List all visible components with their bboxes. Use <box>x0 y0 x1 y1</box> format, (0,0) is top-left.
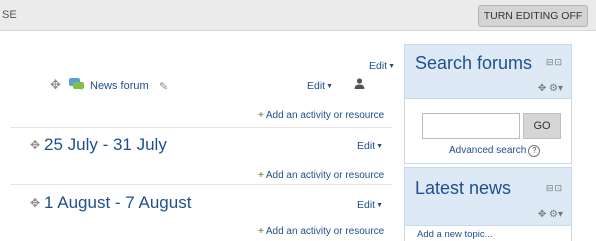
section-edit-menu[interactable]: Edit▼ <box>369 60 395 72</box>
caret-down-icon: ▼ <box>376 202 384 209</box>
edit-label: Edit <box>307 80 326 92</box>
activity-edit-menu[interactable]: Edit▼ <box>307 80 333 92</box>
block-content: GO Advanced search? <box>405 98 571 163</box>
section-title-week1[interactable]: 25 July - 31 July <box>44 135 167 155</box>
block-controls[interactable]: ✥ ⚙▾ <box>538 83 563 94</box>
block-title: Search forums <box>415 53 533 73</box>
section-divider <box>10 127 392 128</box>
caret-down-icon: ▼ <box>388 63 396 70</box>
search-input[interactable] <box>422 113 520 139</box>
add-activity-label: Add an activity or resource <box>265 226 385 237</box>
section-title-week2[interactable]: 1 August - 7 August <box>44 193 191 213</box>
dock-icon[interactable]: ⊟⊡ <box>546 183 563 194</box>
help-icon[interactable]: ? <box>528 145 541 157</box>
add-activity-link[interactable]: + Add an activity or resource <box>258 110 384 121</box>
user-icon[interactable] <box>354 78 365 89</box>
turn-editing-off-button[interactable]: TURN EDITING OFF <box>478 5 588 27</box>
dock-icon[interactable]: ⊟⊡ <box>546 57 563 68</box>
gear-icon[interactable]: ⚙▾ <box>549 83 563 94</box>
move-icon[interactable]: ✥ <box>50 77 61 93</box>
add-activity-link[interactable]: + Add an activity or resource <box>258 170 384 181</box>
move-icon[interactable]: ✥ <box>30 138 40 152</box>
move-icon[interactable]: ✥ <box>538 209 546 220</box>
plus-icon: + <box>258 226 264 237</box>
news-forum-link[interactable]: News forum <box>90 80 149 92</box>
edit-label: Edit <box>369 60 388 72</box>
block-controls[interactable]: ✥ ⚙▾ <box>538 209 563 220</box>
advanced-search-link[interactable]: Advanced search? <box>449 145 541 157</box>
move-icon[interactable]: ✥ <box>30 196 40 210</box>
breadcrumb[interactable]: SE <box>2 9 17 21</box>
plus-icon: + <box>258 110 264 121</box>
latest-news-block: Latest news ⊟⊡ ✥ ⚙▾ Add a new topic... <box>404 167 572 241</box>
advanced-search-label: Advanced search <box>449 145 527 156</box>
pencil-icon[interactable]: ✎ <box>159 80 168 93</box>
plus-icon: + <box>258 170 264 181</box>
caret-down-icon: ▼ <box>376 143 384 150</box>
edit-label: Edit <box>357 140 376 152</box>
block-content: Add a new topic... <box>405 225 571 241</box>
gear-icon[interactable]: ⚙▾ <box>549 209 563 220</box>
search-forums-block: Search forums ⊟⊡ ✥ ⚙▾ GO Advanced search… <box>404 44 572 164</box>
add-activity-label: Add an activity or resource <box>265 110 385 121</box>
block-title: Latest news <box>415 178 512 198</box>
add-new-topic-link[interactable]: Add a new topic... <box>417 229 493 240</box>
edit-label: Edit <box>357 199 376 211</box>
forum-icon <box>69 78 84 91</box>
top-navbar: SE TURN EDITING OFF <box>0 0 596 31</box>
add-activity-label: Add an activity or resource <box>265 170 385 181</box>
section-edit-menu[interactable]: Edit▼ <box>357 199 383 211</box>
move-icon[interactable]: ✥ <box>538 83 546 94</box>
section-divider <box>10 184 392 185</box>
caret-down-icon: ▼ <box>326 83 334 90</box>
go-button[interactable]: GO <box>523 113 561 139</box>
section-edit-menu[interactable]: Edit▼ <box>357 140 383 152</box>
add-activity-link[interactable]: + Add an activity or resource <box>258 226 384 237</box>
